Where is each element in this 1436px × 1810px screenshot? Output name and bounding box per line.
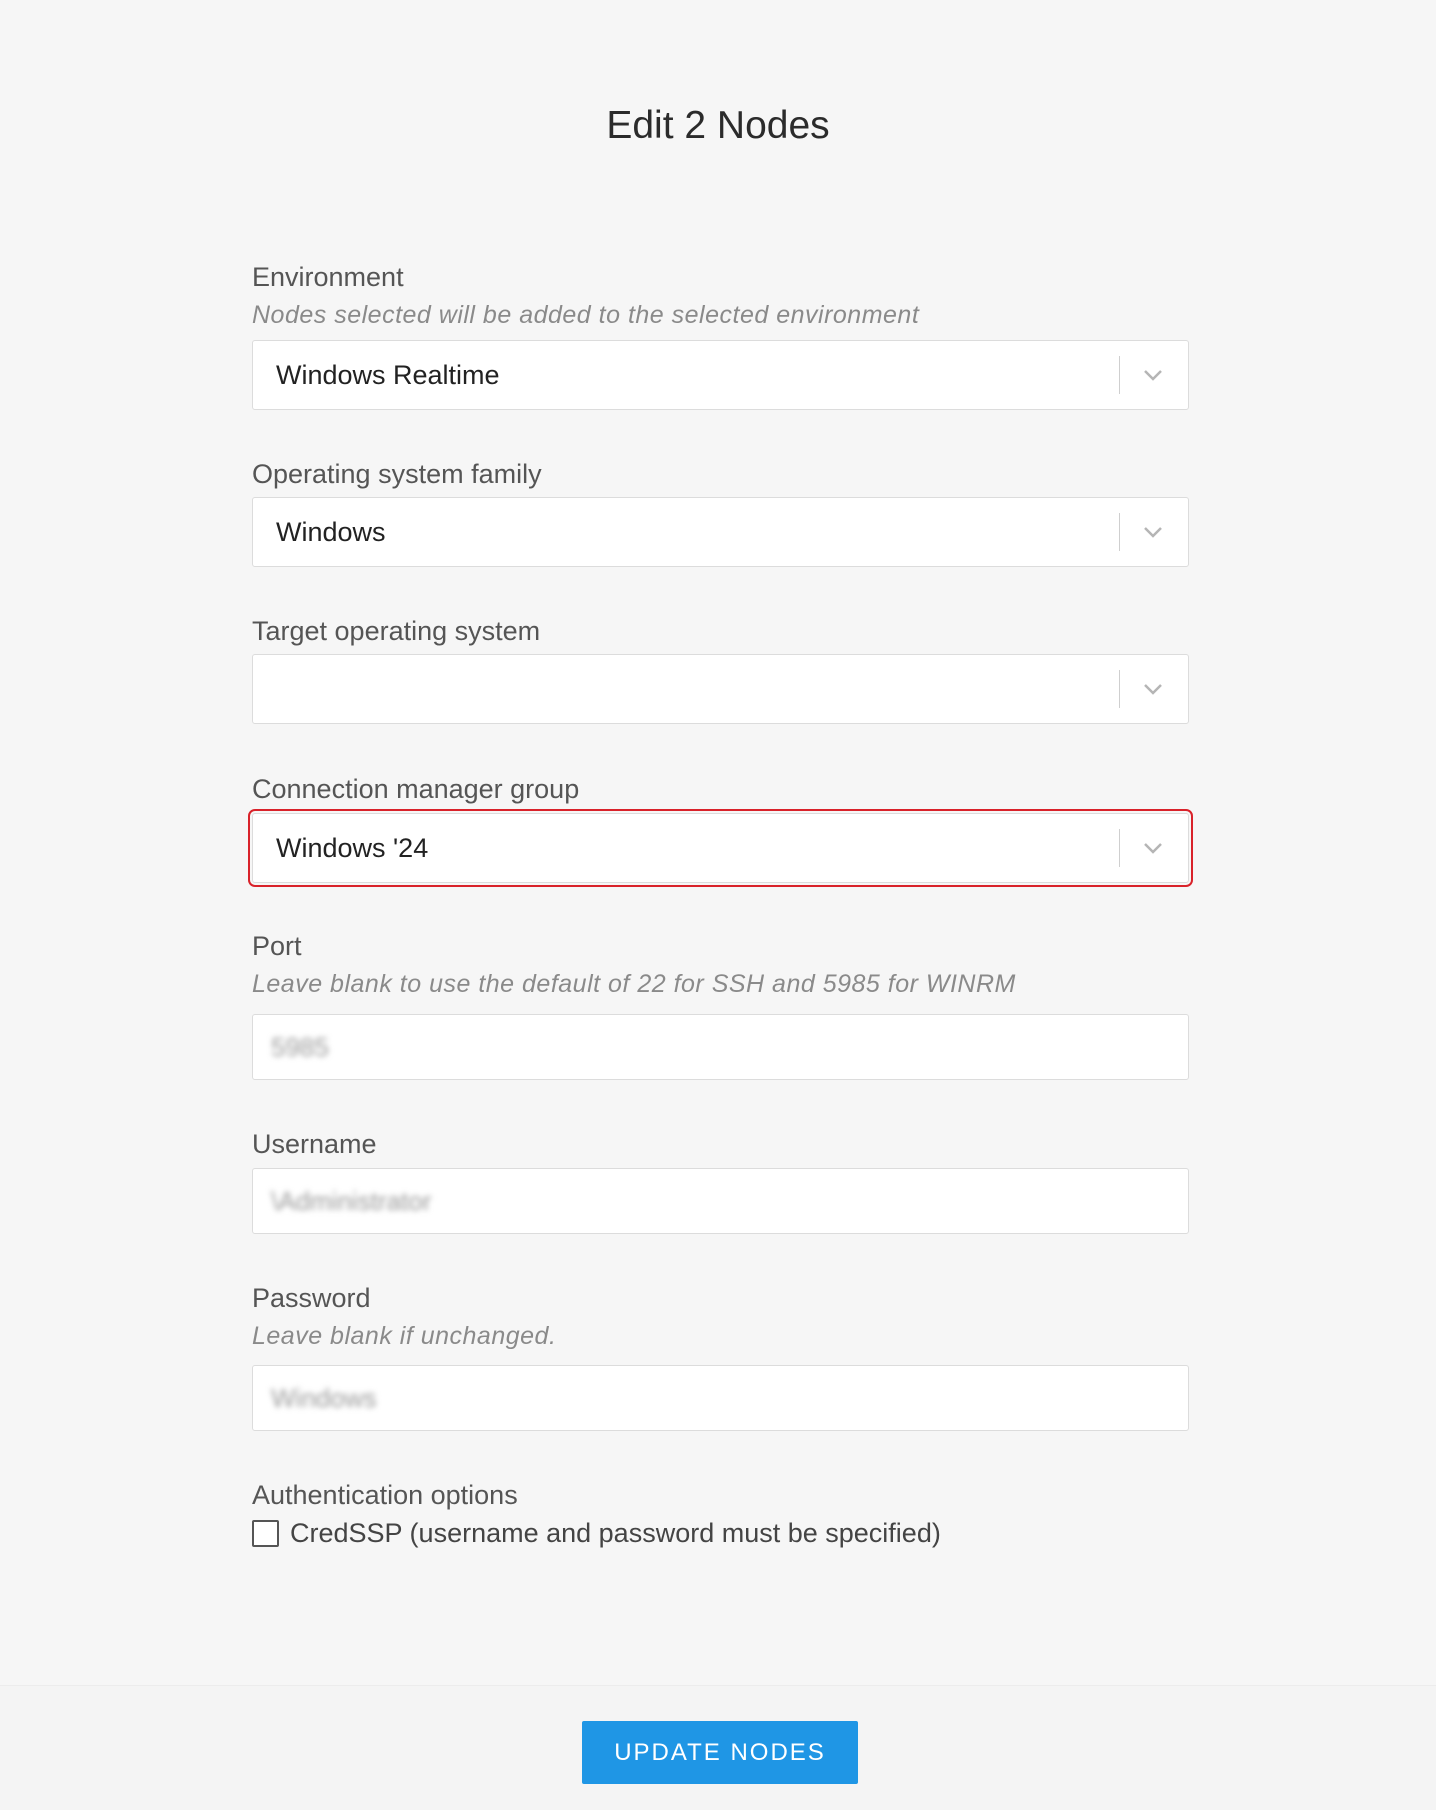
connection-manager-group-select[interactable]: Windows '24 — [248, 809, 1193, 887]
select-separator — [1119, 513, 1120, 551]
target-os-select[interactable] — [252, 654, 1189, 724]
os-family-field: Operating system family Windows — [252, 457, 1189, 567]
connection-manager-group-label: Connection manager group — [252, 774, 580, 804]
chevron-down-icon[interactable] — [1138, 674, 1168, 704]
password-help: Leave blank if unchanged. — [252, 1322, 557, 1350]
username-label: Username — [252, 1129, 377, 1159]
target-os-field: Target operating system — [252, 614, 1189, 724]
port-label: Port — [252, 931, 302, 961]
chevron-down-icon[interactable] — [1138, 360, 1168, 390]
target-os-label: Target operating system — [252, 616, 541, 646]
select-separator — [1119, 356, 1120, 394]
select-separator — [1119, 670, 1120, 708]
os-family-select[interactable]: Windows — [252, 497, 1189, 567]
username-value: \Administrator — [271, 1186, 432, 1216]
environment-label: Environment — [252, 262, 404, 292]
port-field: Port Leave blank to use the default of 2… — [252, 929, 1189, 1080]
port-input[interactable]: 5985 — [252, 1014, 1189, 1080]
chevron-down-icon[interactable] — [1138, 833, 1168, 863]
chevron-down-icon[interactable] — [1138, 517, 1168, 547]
environment-select[interactable]: Windows Realtime — [252, 340, 1189, 410]
password-value: Windows — [271, 1383, 377, 1413]
port-help: Leave blank to use the default of 22 for… — [252, 970, 1016, 998]
dialog-footer: UPDATE NODES — [0, 1685, 1436, 1810]
connection-manager-group-value: Windows '24 — [276, 833, 429, 863]
password-field: Password Leave blank if unchanged. Windo… — [252, 1281, 1189, 1431]
environment-value: Windows Realtime — [276, 360, 500, 390]
environment-field: Environment Nodes selected will be added… — [252, 260, 1189, 410]
auth-options-label: Authentication options — [252, 1480, 518, 1510]
credssp-checkbox[interactable] — [252, 1520, 279, 1547]
auth-options-field: Authentication options CredSSP (username… — [252, 1478, 1189, 1548]
os-family-value: Windows — [276, 517, 386, 547]
connection-manager-group-field: Connection manager group Windows '24 — [248, 772, 1193, 887]
username-input[interactable]: \Administrator — [252, 1168, 1189, 1234]
os-family-label: Operating system family — [252, 459, 542, 489]
password-label: Password — [252, 1283, 371, 1313]
environment-help: Nodes selected will be added to the sele… — [252, 301, 920, 329]
select-separator — [1119, 829, 1120, 867]
password-input[interactable]: Windows — [252, 1365, 1189, 1431]
username-field: Username \Administrator — [252, 1127, 1189, 1234]
port-value: 5985 — [271, 1032, 329, 1062]
credssp-label[interactable]: CredSSP (username and password must be s… — [290, 1518, 941, 1549]
edit-nodes-dialog: Edit 2 Nodes Environment Nodes selected … — [0, 0, 1436, 1685]
credssp-option[interactable]: CredSSP (username and password must be s… — [252, 1518, 941, 1549]
page-title: Edit 2 Nodes — [606, 104, 830, 147]
update-nodes-button[interactable]: UPDATE NODES — [582, 1721, 858, 1784]
